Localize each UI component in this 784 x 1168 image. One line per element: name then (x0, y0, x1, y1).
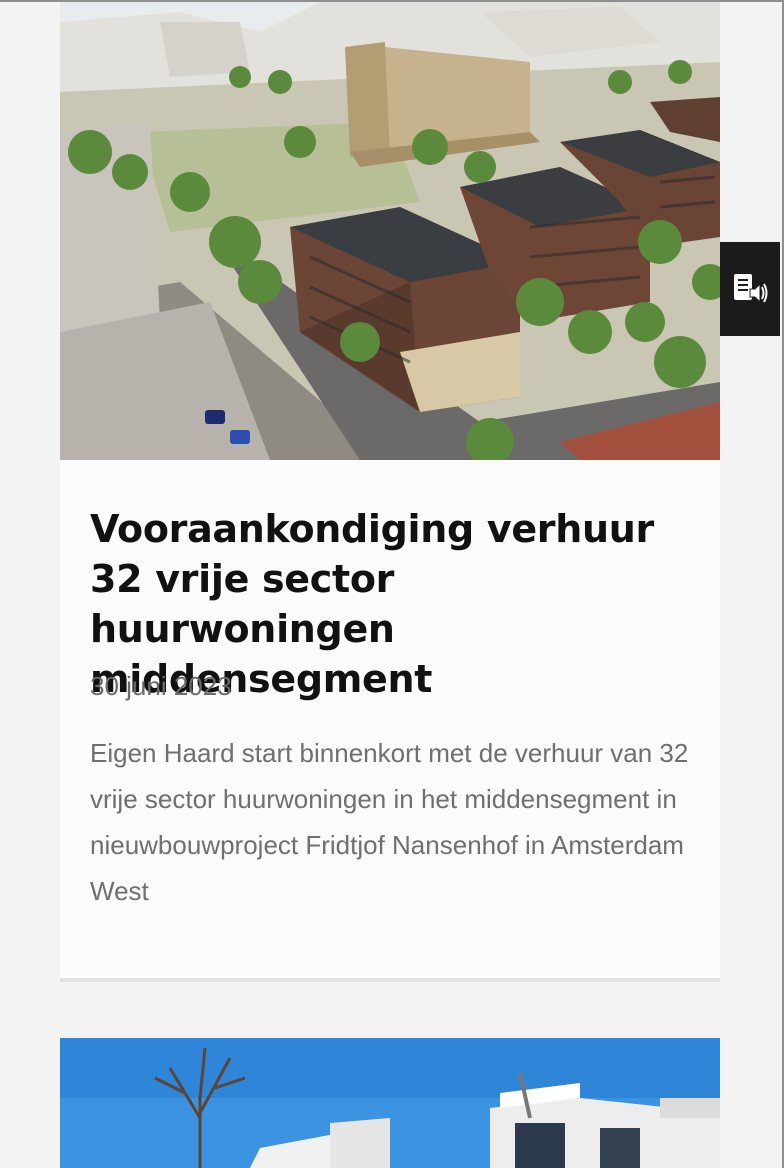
article-image[interactable] (60, 2, 720, 460)
news-card[interactable]: Vooraankondiging verhuur 32 vrije sector… (60, 2, 720, 982)
aerial-render-illustration (60, 2, 720, 460)
article-excerpt: Eigen Haard start binnenkort met de verh… (90, 738, 689, 906)
article-date: 30 juni 2023 (90, 671, 232, 701)
next-news-card-image[interactable] (60, 1038, 720, 1168)
speaker-document-icon (734, 274, 768, 304)
readspeaker-button[interactable] (720, 242, 780, 336)
blue-sky-building-photo (60, 1038, 720, 1168)
